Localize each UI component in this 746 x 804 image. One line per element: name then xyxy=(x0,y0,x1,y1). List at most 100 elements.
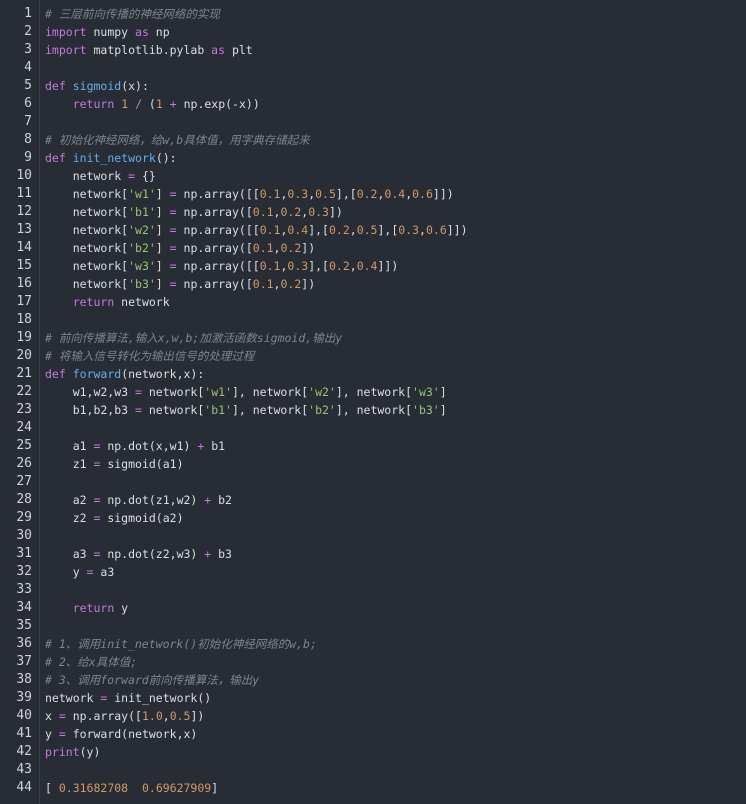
code-line[interactable]: 41 y = forward(network,x) xyxy=(0,725,746,743)
line-number: 26 xyxy=(16,456,32,471)
line-code: network = {} xyxy=(45,167,156,185)
code-token: ]) xyxy=(301,277,316,291)
code-line[interactable]: 18 xyxy=(0,311,746,329)
code-line[interactable]: 14 network['b2'] = np.array([0.1,0.2]) xyxy=(0,239,746,257)
comment-token: # 初始化神经网络，给w,b具体值，用字典存储起来 xyxy=(45,133,310,147)
code-line[interactable]: 17 return network xyxy=(0,293,746,311)
code-line[interactable]: 34 return y xyxy=(0,599,746,617)
code-line[interactable]: 37 # 2、给x具体值; xyxy=(0,653,746,671)
code-token: ]) xyxy=(328,205,343,219)
code-line[interactable]: 16 network['b3'] = np.array([0.1,0.2]) xyxy=(0,275,746,293)
code-token: forward(network,x) xyxy=(65,727,198,741)
code-line[interactable]: 43 xyxy=(0,761,746,779)
code-line[interactable]: 31 a3 = np.dot(z2,w3) + b3 xyxy=(0,545,746,563)
code-line[interactable]: 36 # 1、调用init_network()初始化神经网络的w,b; xyxy=(0,635,746,653)
code-line[interactable]: 9 def init_network(): xyxy=(0,149,746,167)
code-line[interactable]: 28 a2 = np.dot(z1,w2) + b2 xyxy=(0,491,746,509)
code-line[interactable]: 6 return 1 / (1 + np.exp(-x)) xyxy=(0,95,746,113)
code-token: z2 xyxy=(45,511,94,525)
number-token: 0.69627909 xyxy=(141,781,212,795)
code-line[interactable]: 4 xyxy=(0,59,746,77)
code-line[interactable]: 1 # 三层前向传播的神经网络的实现 xyxy=(0,5,746,23)
operator-token: / xyxy=(135,97,142,111)
number-token: 0.3 xyxy=(398,223,420,237)
string-token: 'w1' xyxy=(204,385,232,399)
code-line[interactable]: 42 print(y) xyxy=(0,743,746,761)
operator-token: = xyxy=(169,259,177,273)
code-line[interactable]: 39 network = init_network() xyxy=(0,689,746,707)
string-token: 'b3' xyxy=(412,403,440,417)
code-token: , xyxy=(349,259,357,273)
code-line[interactable]: 11 network['w1'] = np.array([[0.1,0.3,0.… xyxy=(0,185,746,203)
code-token: ]) xyxy=(301,241,316,255)
code-line[interactable]: 44 [ 0.31682708 0.69627909] xyxy=(0,779,746,797)
line-number: 15 xyxy=(16,258,32,273)
number-token: 0.2 xyxy=(280,205,302,219)
number-token: 0.6 xyxy=(412,187,433,201)
code-line[interactable]: 22 w1,w2,w3 = network['w1'], network['w2… xyxy=(0,383,746,401)
code-line[interactable]: 7 xyxy=(0,113,746,131)
code-line[interactable]: 10 network = {} xyxy=(0,167,746,185)
line-code: # 前向传播算法,输入x,w,b;加激活函数sigmoid,输出y xyxy=(45,329,342,347)
keyword-token: def xyxy=(45,367,66,381)
line-code: return network xyxy=(45,293,170,311)
code-token: {} xyxy=(135,169,156,183)
code-line[interactable]: 33 xyxy=(0,581,746,599)
code-line[interactable]: 19 # 前向传播算法,输入x,w,b;加激活函数sigmoid,输出y xyxy=(0,329,746,347)
code-line[interactable]: 40 x = np.array([1.0,0.5]) xyxy=(0,707,746,725)
code-line[interactable]: 21 def forward(network,x): xyxy=(0,365,746,383)
keyword-token: def xyxy=(45,151,66,165)
code-line[interactable]: 29 z2 = sigmoid(a2) xyxy=(0,509,746,527)
keyword-token: print xyxy=(45,745,80,759)
line-number: 31 xyxy=(16,546,32,561)
code-line[interactable]: 26 z1 = sigmoid(a1) xyxy=(0,455,746,473)
number-token: 0.1 xyxy=(259,259,281,273)
number-token: 0.1 xyxy=(252,277,274,291)
code-line[interactable]: 27 xyxy=(0,473,746,491)
code-token: , xyxy=(419,223,426,237)
code-line[interactable]: 8 # 初始化神经网络，给w,b具体值，用字典存储起来 xyxy=(0,131,746,149)
code-token: np.array([ xyxy=(176,277,253,291)
code-line[interactable]: 32 y = a3 xyxy=(0,563,746,581)
code-token: z1 xyxy=(45,457,94,471)
code-line[interactable]: 12 network['b1'] = np.array([0.1,0.2,0.3… xyxy=(0,203,746,221)
code-token: (x): xyxy=(121,79,149,93)
code-line[interactable]: 13 network['w2'] = np.array([[0.1,0.4],[… xyxy=(0,221,746,239)
code-token: ] xyxy=(211,781,219,795)
code-token: y xyxy=(45,727,59,741)
code-line[interactable]: 25 a1 = np.dot(x,w1) + b1 xyxy=(0,437,746,455)
comment-token: # 前向传播算法,输入x,w,b;加激活函数sigmoid,输出y xyxy=(45,331,343,345)
keyword-token: return xyxy=(72,97,115,111)
code-token: a2 xyxy=(45,493,94,507)
line-number: 17 xyxy=(16,294,32,309)
line-code: [ 0.31682708 0.69627909] xyxy=(45,779,218,797)
line-code: def forward(network,x): xyxy=(45,365,204,383)
line-code: # 1、调用init_network()初始化神经网络的w,b; xyxy=(45,635,317,653)
line-code: # 三层前向传播的神经网络的实现 xyxy=(45,5,220,23)
code-editor[interactable]: 1 # 三层前向传播的神经网络的实现 2 import numpy as np 3 imp… xyxy=(0,0,746,804)
line-number: 3 xyxy=(24,42,32,57)
line-code: x = np.array([1.0,0.5]) xyxy=(45,707,204,725)
number-token: 0.2 xyxy=(280,241,302,255)
code-line[interactable]: 3 import matplotlib.pylab as plt xyxy=(0,41,746,59)
string-token: 'w2' xyxy=(308,385,336,399)
line-number: 20 xyxy=(16,348,32,363)
code-token: ],[ xyxy=(308,259,329,273)
code-line[interactable]: 2 import numpy as np xyxy=(0,23,746,41)
code-line[interactable]: 5 def sigmoid(x): xyxy=(0,77,746,95)
code-token: (network,x): xyxy=(121,367,205,381)
function-name-token: init_network xyxy=(72,151,156,165)
code-line[interactable]: 20 # 将输入信号转化为输出信号的处理过程 xyxy=(0,347,746,365)
code-line[interactable]: 38 # 3、调用forward前向传播算法，输出y xyxy=(0,671,746,689)
code-token: [ xyxy=(45,781,59,795)
code-line[interactable]: 35 xyxy=(0,617,746,635)
code-line[interactable]: 23 b1,b2,b3 = network['b1'], network['b2… xyxy=(0,401,746,419)
line-code: w1,w2,w3 = network['w1'], network['w2'],… xyxy=(45,383,447,401)
comment-token: # 三层前向传播的神经网络的实现 xyxy=(45,7,220,21)
code-line[interactable]: 30 xyxy=(0,527,746,545)
code-token: np.array([[ xyxy=(176,187,260,201)
code-line[interactable]: 24 xyxy=(0,419,746,437)
code-line[interactable]: 15 network['w3'] = np.array([[0.1, 0.3],[… xyxy=(0,257,746,275)
